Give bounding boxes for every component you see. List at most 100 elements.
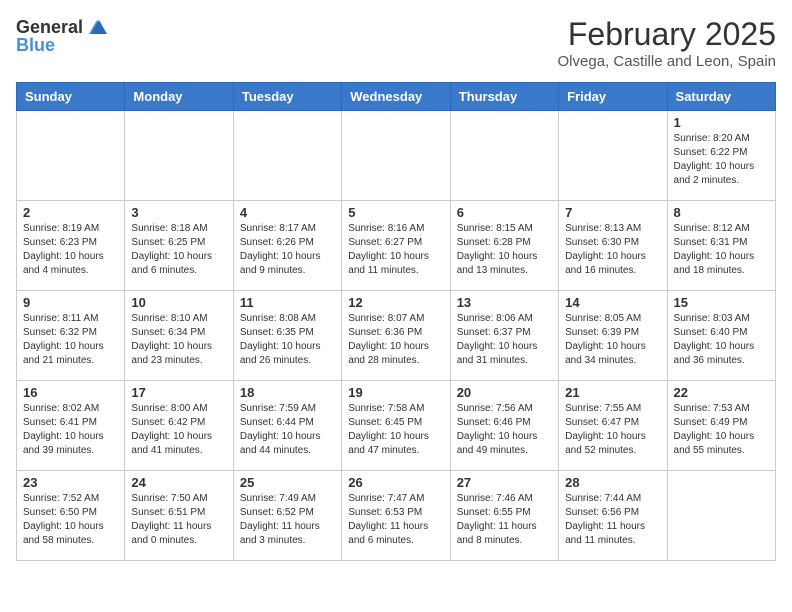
day-info: Sunrise: 7:49 AM Sunset: 6:52 PM Dayligh… (240, 492, 335, 548)
day-info: Sunrise: 8:16 AM Sunset: 6:27 PM Dayligh… (348, 222, 443, 278)
day-info: Sunrise: 8:15 AM Sunset: 6:28 PM Dayligh… (457, 222, 552, 278)
day-info: Sunrise: 8:13 AM Sunset: 6:30 PM Dayligh… (565, 222, 660, 278)
calendar-week-row: 2 Sunrise: 8:19 AM Sunset: 6:23 PM Daylig… (17, 201, 776, 291)
calendar-day-cell: 17 Sunrise: 8:00 AM Sunset: 6:42 PM Dayli… (125, 381, 233, 471)
calendar-day-cell (342, 111, 450, 201)
location-subtitle: Olvega, Castille and Leon, Spain (558, 53, 776, 70)
day-number: 25 (240, 475, 335, 490)
day-info: Sunrise: 7:44 AM Sunset: 6:56 PM Dayligh… (565, 492, 660, 548)
calendar-day-cell: 16 Sunrise: 8:02 AM Sunset: 6:41 PM Dayli… (17, 381, 125, 471)
calendar-day-cell: 6 Sunrise: 8:15 AM Sunset: 6:28 PM Daylig… (450, 201, 558, 291)
title-area: February 2025 Olvega, Castille and Leon,… (558, 16, 776, 70)
day-number: 16 (23, 385, 118, 400)
day-info: Sunrise: 7:55 AM Sunset: 6:47 PM Dayligh… (565, 402, 660, 458)
day-info: Sunrise: 7:53 AM Sunset: 6:49 PM Dayligh… (674, 402, 769, 458)
day-info: Sunrise: 7:50 AM Sunset: 6:51 PM Dayligh… (131, 492, 226, 548)
day-info: Sunrise: 8:10 AM Sunset: 6:34 PM Dayligh… (131, 312, 226, 368)
calendar-day-cell: 10 Sunrise: 8:10 AM Sunset: 6:34 PM Dayli… (125, 291, 233, 381)
day-number: 23 (23, 475, 118, 490)
month-title: February 2025 (558, 16, 776, 53)
calendar-day-cell: 2 Sunrise: 8:19 AM Sunset: 6:23 PM Daylig… (17, 201, 125, 291)
day-number: 1 (674, 115, 769, 130)
day-number: 14 (565, 295, 660, 310)
day-info: Sunrise: 7:56 AM Sunset: 6:46 PM Dayligh… (457, 402, 552, 458)
day-info: Sunrise: 8:03 AM Sunset: 6:40 PM Dayligh… (674, 312, 769, 368)
day-number: 4 (240, 205, 335, 220)
calendar-day-cell (125, 111, 233, 201)
day-number: 21 (565, 385, 660, 400)
page-header: General Blue February 2025 Olvega, Casti… (16, 16, 776, 70)
calendar-day-cell: 7 Sunrise: 8:13 AM Sunset: 6:30 PM Daylig… (559, 201, 667, 291)
day-number: 8 (674, 205, 769, 220)
calendar-day-cell: 26 Sunrise: 7:47 AM Sunset: 6:53 PM Dayli… (342, 471, 450, 561)
calendar-day-cell: 28 Sunrise: 7:44 AM Sunset: 6:56 PM Dayli… (559, 471, 667, 561)
day-number: 7 (565, 205, 660, 220)
calendar-day-cell: 21 Sunrise: 7:55 AM Sunset: 6:47 PM Dayli… (559, 381, 667, 471)
day-of-week-header: Monday (125, 83, 233, 111)
calendar-day-cell: 25 Sunrise: 7:49 AM Sunset: 6:52 PM Dayli… (233, 471, 341, 561)
logo-blue: Blue (16, 36, 109, 56)
day-info: Sunrise: 7:46 AM Sunset: 6:55 PM Dayligh… (457, 492, 552, 548)
day-number: 11 (240, 295, 335, 310)
day-number: 28 (565, 475, 660, 490)
calendar-day-cell (667, 471, 775, 561)
day-number: 10 (131, 295, 226, 310)
day-number: 27 (457, 475, 552, 490)
calendar-day-cell: 9Sunrise: 8:11 AM Sunset: 6:32 PM Daylig… (17, 291, 125, 381)
day-number: 24 (131, 475, 226, 490)
calendar-day-cell (559, 111, 667, 201)
calendar-day-cell: 18Sunrise: 7:59 AM Sunset: 6:44 PM Dayli… (233, 381, 341, 471)
day-number: 20 (457, 385, 552, 400)
calendar-day-cell: 11 Sunrise: 8:08 AM Sunset: 6:35 PM Dayli… (233, 291, 341, 381)
day-info: Sunrise: 7:58 AM Sunset: 6:45 PM Dayligh… (348, 402, 443, 458)
logo: General Blue (16, 16, 109, 56)
calendar-week-row: 9Sunrise: 8:11 AM Sunset: 6:32 PM Daylig… (17, 291, 776, 381)
day-of-week-header: Wednesday (342, 83, 450, 111)
calendar-day-cell (17, 111, 125, 201)
calendar-day-cell: 3 Sunrise: 8:18 AM Sunset: 6:25 PM Daylig… (125, 201, 233, 291)
calendar-day-cell: 27 Sunrise: 7:46 AM Sunset: 6:55 PM Dayli… (450, 471, 558, 561)
day-info: Sunrise: 8:18 AM Sunset: 6:25 PM Dayligh… (131, 222, 226, 278)
day-info: Sunrise: 7:47 AM Sunset: 6:53 PM Dayligh… (348, 492, 443, 548)
day-of-week-header: Sunday (17, 83, 125, 111)
day-number: 17 (131, 385, 226, 400)
calendar-day-cell: 20 Sunrise: 7:56 AM Sunset: 6:46 PM Dayli… (450, 381, 558, 471)
calendar-header-row: SundayMondayTuesdayWednesdayThursdayFrid… (17, 83, 776, 111)
calendar-day-cell (450, 111, 558, 201)
day-info: Sunrise: 8:05 AM Sunset: 6:39 PM Dayligh… (565, 312, 660, 368)
day-number: 6 (457, 205, 552, 220)
calendar-day-cell: 22 Sunrise: 7:53 AM Sunset: 6:49 PM Dayli… (667, 381, 775, 471)
calendar-week-row: 16 Sunrise: 8:02 AM Sunset: 6:41 PM Dayli… (17, 381, 776, 471)
day-number: 3 (131, 205, 226, 220)
day-number: 9 (23, 295, 118, 310)
day-info: Sunrise: 7:52 AM Sunset: 6:50 PM Dayligh… (23, 492, 118, 548)
day-number: 19 (348, 385, 443, 400)
calendar-day-cell: 19 Sunrise: 7:58 AM Sunset: 6:45 PM Dayli… (342, 381, 450, 471)
day-info: Sunrise: 7:59 AM Sunset: 6:44 PM Dayligh… (240, 402, 335, 458)
calendar-table: SundayMondayTuesdayWednesdayThursdayFrid… (16, 82, 776, 561)
day-of-week-header: Tuesday (233, 83, 341, 111)
day-number: 13 (457, 295, 552, 310)
day-of-week-header: Friday (559, 83, 667, 111)
day-number: 22 (674, 385, 769, 400)
day-number: 15 (674, 295, 769, 310)
day-of-week-header: Saturday (667, 83, 775, 111)
day-info: Sunrise: 8:17 AM Sunset: 6:26 PM Dayligh… (240, 222, 335, 278)
day-of-week-header: Thursday (450, 83, 558, 111)
calendar-day-cell: 12Sunrise: 8:07 AM Sunset: 6:36 PM Dayli… (342, 291, 450, 381)
day-info: Sunrise: 8:08 AM Sunset: 6:35 PM Dayligh… (240, 312, 335, 368)
calendar-day-cell: 24 Sunrise: 7:50 AM Sunset: 6:51 PM Dayli… (125, 471, 233, 561)
day-number: 26 (348, 475, 443, 490)
calendar-day-cell: 4 Sunrise: 8:17 AM Sunset: 6:26 PM Daylig… (233, 201, 341, 291)
calendar-day-cell: 1 Sunrise: 8:20 AM Sunset: 6:22 PM Daylig… (667, 111, 775, 201)
day-number: 2 (23, 205, 118, 220)
day-info: Sunrise: 8:19 AM Sunset: 6:23 PM Dayligh… (23, 222, 118, 278)
day-info: Sunrise: 8:06 AM Sunset: 6:37 PM Dayligh… (457, 312, 552, 368)
calendar-day-cell: 15 Sunrise: 8:03 AM Sunset: 6:40 PM Dayli… (667, 291, 775, 381)
day-info: Sunrise: 8:07 AM Sunset: 6:36 PM Dayligh… (348, 312, 443, 368)
day-number: 5 (348, 205, 443, 220)
day-info: Sunrise: 8:20 AM Sunset: 6:22 PM Dayligh… (674, 132, 769, 188)
day-info: Sunrise: 8:02 AM Sunset: 6:41 PM Dayligh… (23, 402, 118, 458)
calendar-day-cell: 14 Sunrise: 8:05 AM Sunset: 6:39 PM Dayli… (559, 291, 667, 381)
day-info: Sunrise: 8:00 AM Sunset: 6:42 PM Dayligh… (131, 402, 226, 458)
